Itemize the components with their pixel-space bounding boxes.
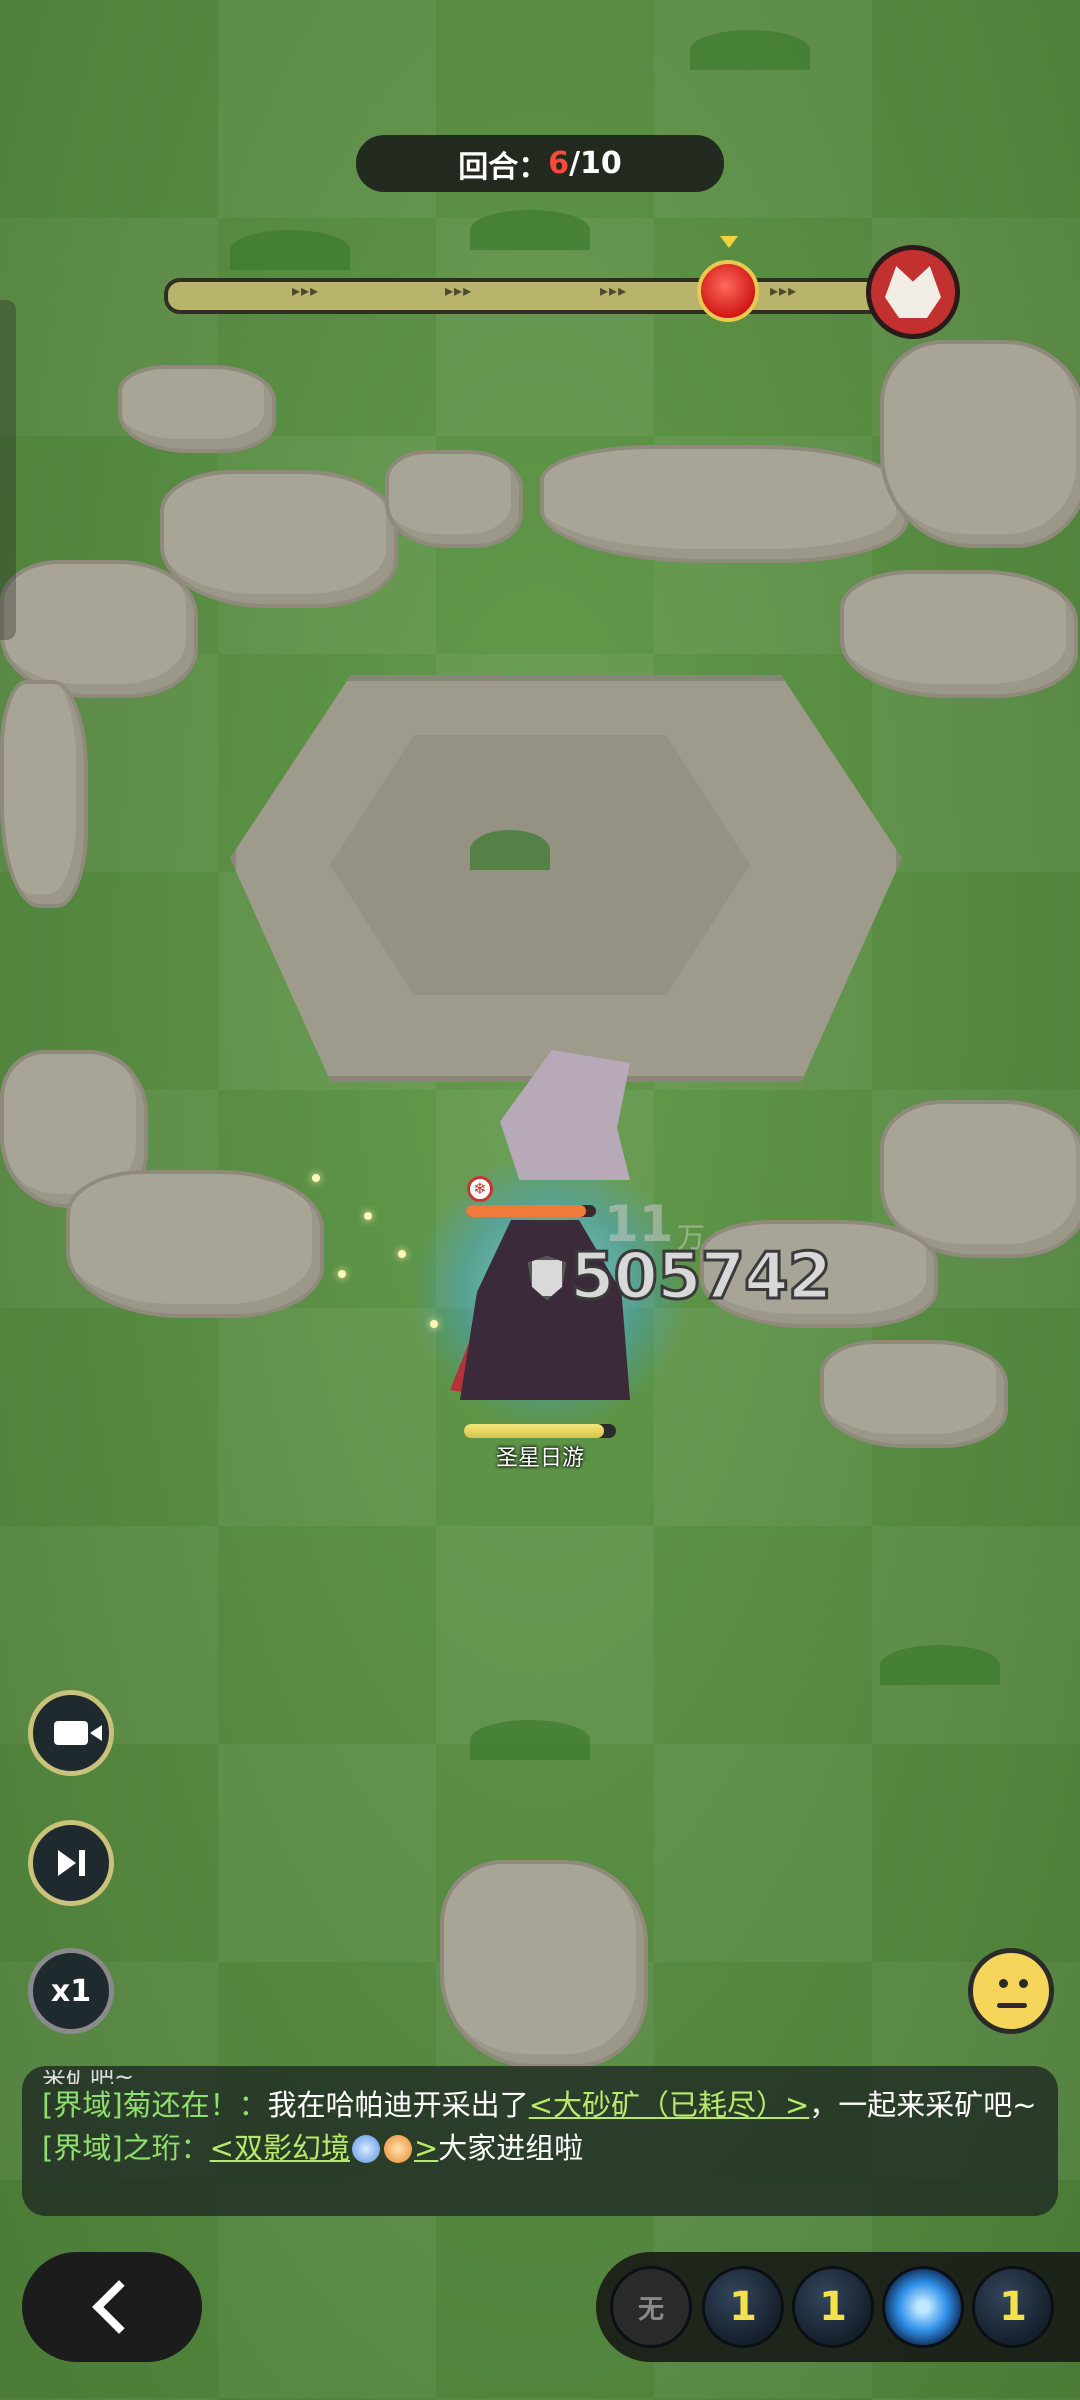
chat-link-close: > — [413, 2131, 439, 2165]
current-turn-pointer-icon — [720, 236, 738, 248]
camera-icon — [54, 1721, 102, 1745]
sparkle — [398, 1250, 406, 1258]
grass-tuft — [690, 30, 810, 70]
skill-slot-count: 1 — [999, 2284, 1027, 2330]
chat-channel: [界域] — [42, 2131, 123, 2165]
sparkle — [312, 1174, 320, 1182]
sparkle — [338, 1270, 346, 1278]
boss-face-icon — [885, 266, 941, 318]
chat-separator: ： — [180, 2131, 210, 2165]
current-turn-marker — [697, 260, 759, 322]
chat-sender[interactable]: 之珩 — [123, 2131, 181, 2165]
back-chevron-icon — [92, 2280, 146, 2334]
grass-tuft — [230, 230, 350, 270]
stone — [0, 560, 198, 698]
stone — [0, 680, 88, 908]
chat-text: 大家进组啦 — [438, 2131, 584, 2165]
track-arrows: ▸▸▸ — [292, 281, 320, 300]
chat-separator: ： — [238, 2088, 268, 2122]
chat-text: ，一起来采矿吧~ — [809, 2088, 1037, 2122]
skill-slot-empty[interactable]: 无 — [610, 2266, 692, 2348]
orange-element-icon — [383, 2135, 412, 2163]
chat-channel: [界域] — [42, 2088, 123, 2122]
chat-message: [界域]菊还在！：我在哈帕迪开采出了<大砂矿（已耗尽）>，一起来采矿吧~ — [42, 2084, 1038, 2127]
hero-name: 圣星日游 — [495, 1446, 584, 1471]
grass-tuft — [470, 830, 550, 870]
skill-slot[interactable]: 1 — [792, 2266, 874, 2348]
chat-panel[interactable]: 采矿吧~ [界域]菊还在！：我在哈帕迪开采出了<大砂矿（已耗尽）>，一起来采矿吧… — [22, 2066, 1058, 2216]
stone — [385, 450, 523, 548]
stone — [440, 1860, 648, 2068]
track-arrows: ▸▸▸ — [600, 281, 628, 300]
speed-button[interactable]: x1 — [28, 1948, 114, 2034]
round-counter: 回合： 6 /10 — [356, 135, 724, 192]
round-label: 回合： — [458, 149, 549, 185]
speed-label: x1 — [50, 1973, 92, 2009]
boss-portrait[interactable] — [866, 245, 960, 339]
skill-slot[interactable]: 1 — [972, 2266, 1054, 2348]
hero-hp-bar — [464, 1424, 604, 1438]
round-total: /10 — [569, 146, 622, 181]
stone — [880, 340, 1080, 548]
emoji-icon — [999, 1979, 1008, 1988]
skill-slot-count: 1 — [729, 2284, 757, 2330]
skip-button[interactable] — [28, 1820, 114, 1906]
sparkle — [364, 1212, 372, 1220]
camera-button[interactable] — [28, 1690, 114, 1776]
chat-previous-line: 采矿吧~ — [42, 2070, 135, 2084]
skill-slot-orb-icon[interactable] — [882, 2266, 964, 2348]
enemy-hp-bar — [466, 1205, 586, 1217]
round-current: 6 — [548, 146, 570, 181]
skip-icon — [57, 1850, 76, 1876]
emoji-mouth — [997, 2003, 1027, 2008]
chat-item-link[interactable]: <大砂矿（已耗尽）> — [529, 2088, 810, 2122]
grass-tuft — [470, 1720, 590, 1760]
chat-dungeon-link[interactable]: <双影幻境 > — [210, 2131, 439, 2165]
emoji-button[interactable] — [968, 1948, 1054, 2034]
chat-message: [界域]之珩：<双影幻境 >大家进组啦 — [42, 2127, 1038, 2170]
chat-sender[interactable]: 菊还在！ — [123, 2088, 239, 2122]
stone — [820, 1340, 1008, 1448]
sparkle — [430, 1320, 438, 1328]
stone — [840, 570, 1078, 698]
skill-slot[interactable]: 1 — [702, 2266, 784, 2348]
track-arrows: ▸▸▸ — [770, 281, 798, 300]
skill-slot-count: 1 — [819, 2284, 847, 2330]
stone — [66, 1170, 324, 1318]
back-button[interactable] — [22, 2252, 202, 2362]
blue-element-icon — [351, 2135, 380, 2163]
skill-slot-empty-label: 无 — [637, 2294, 664, 2325]
grass-tuft — [880, 1645, 1000, 1685]
chat-link-open: <双影幻境 — [209, 2131, 350, 2165]
grass-tuft — [470, 210, 590, 250]
shield-damage-number: 505742 — [568, 1239, 833, 1316]
chat-text: 我在哈帕迪开采出了 — [267, 2088, 529, 2122]
stone — [160, 470, 398, 608]
side-drawer-tab[interactable] — [0, 300, 16, 640]
emoji-eye — [1019, 1979, 1028, 1988]
stone — [118, 365, 276, 453]
track-arrows: ▸▸▸ — [445, 281, 473, 300]
stone — [540, 445, 908, 563]
freeze-status-icon: ❄ — [467, 1176, 493, 1202]
